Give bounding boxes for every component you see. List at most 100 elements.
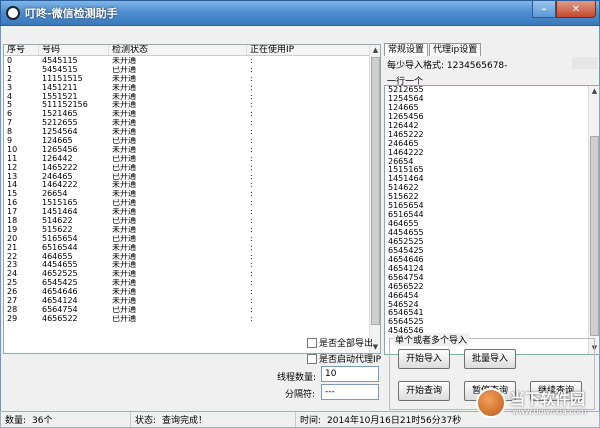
table-row[interactable]: 11 126442 已开通:	[4, 155, 370, 164]
table-row[interactable]: 15 26654 未开通:	[4, 190, 370, 199]
row-number: 124665	[42, 137, 73, 146]
table-row[interactable]: 24 4652525 未开通:	[4, 270, 370, 279]
table-row[interactable]: 6 1521465 未开通:	[4, 110, 370, 119]
row-index: 18	[7, 217, 18, 226]
table-row[interactable]: 19 515622 未开通:	[4, 226, 370, 235]
separator-input[interactable]: ---	[321, 384, 379, 400]
col-header-number[interactable]: 号码	[39, 45, 109, 55]
table-row[interactable]: 27 4654124 未开通:	[4, 297, 370, 306]
proxy-checkbox[interactable]: 是否启动代理IP	[307, 352, 381, 365]
tab-proxy-settings[interactable]: 代理ip设置	[429, 43, 482, 56]
table-row[interactable]: 7 5212655 未开通:	[4, 119, 370, 128]
table-row[interactable]: 14 1464222 未开通:	[4, 181, 370, 190]
table-row[interactable]: 3 1451211 未开通:	[4, 84, 370, 93]
scroll-up-icon[interactable]: ▲	[370, 45, 380, 56]
list-scroll-thumb[interactable]	[590, 136, 599, 336]
table-row[interactable]: 29 4656522 已开通:	[4, 315, 370, 324]
table-row[interactable]: 2 11151515 未开通:	[4, 75, 370, 84]
row-ip: :	[250, 65, 253, 74]
table-row[interactable]: 16 1515165 已开通:	[4, 199, 370, 208]
results-table[interactable]: 序号 号码 检测状态 正在使用IP 0 4545115 未开通: 1 5454515 已开…	[3, 44, 381, 354]
row-number: 1465222	[42, 163, 78, 172]
row-status: 未开通	[112, 101, 136, 110]
row-number: 4656522	[42, 314, 78, 323]
row-ip: :	[250, 305, 253, 314]
row-status: 未开通	[112, 83, 136, 92]
table-row[interactable]: 25 6545425 未开通:	[4, 279, 370, 288]
count-segment: 数量: 36个	[1, 412, 131, 427]
table-row[interactable]: 13 246465 已开通:	[4, 173, 370, 182]
table-row[interactable]: 20 5165654 已开通:	[4, 235, 370, 244]
table-row[interactable]: 26 4654646 未开通:	[4, 288, 370, 297]
table-row[interactable]: 8 1254564 未开通:	[4, 128, 370, 137]
col-header-index[interactable]: 序号	[4, 45, 39, 55]
start-query-button[interactable]: 开始查询	[398, 381, 450, 401]
row-index: 0	[7, 57, 13, 65]
table-row[interactable]: 18 514622 已开通:	[4, 217, 370, 226]
batch-import-button[interactable]: 批量导入	[464, 349, 516, 369]
row-index: 29	[7, 314, 18, 323]
col-header-status[interactable]: 检测状态	[109, 45, 247, 55]
row-ip: :	[250, 288, 253, 297]
row-status: 未开通	[112, 297, 136, 306]
row-index: 8	[7, 128, 13, 137]
close-icon[interactable]: ✕	[556, 1, 596, 18]
title-bar: 叮咚-微信检测助手 – ✕	[0, 0, 600, 26]
row-ip: :	[250, 57, 253, 65]
row-number: 1521465	[42, 110, 78, 119]
row-number: 5212655	[42, 119, 78, 128]
row-index: 15	[7, 190, 18, 199]
import-list[interactable]: 5212655 1254564 124665 1265456 126442 1465222…	[384, 85, 600, 355]
export-all-checkbox[interactable]: 是否全部导出	[307, 336, 373, 349]
table-scroll-thumb[interactable]	[371, 57, 380, 325]
hint-bar	[572, 57, 598, 69]
proxy-label: 是否启动代理IP	[319, 355, 382, 365]
thread-count-input[interactable]: 10	[321, 366, 379, 382]
tab-general-settings[interactable]: 常规设置	[384, 43, 429, 56]
start-import-button[interactable]: 开始导入	[398, 349, 450, 369]
table-row[interactable]: 23 4454655 未开通:	[4, 261, 370, 270]
row-index: 3	[7, 83, 13, 92]
row-status: 未开通	[112, 288, 136, 297]
col-header-ip[interactable]: 正在使用IP	[247, 45, 370, 55]
table-scrollbar[interactable]: ▲ ▼	[369, 45, 380, 353]
state-label: 状态:	[135, 416, 157, 426]
row-number: 1464222	[42, 181, 78, 190]
row-index: 5	[7, 101, 13, 110]
row-number: 1451211	[42, 83, 78, 92]
table-row[interactable]: 1 5454515 已开通:	[4, 66, 370, 75]
table-header: 序号 号码 检测状态 正在使用IP	[4, 45, 370, 56]
checkbox-box[interactable]	[307, 353, 317, 364]
watermark-brand: 当下软件园	[510, 390, 586, 408]
row-index: 12	[7, 163, 18, 172]
list-item[interactable]: 1464222	[385, 148, 599, 158]
separator-label: 分隔符:	[285, 390, 316, 400]
table-row[interactable]: 4 1551521 未开通:	[4, 93, 370, 102]
checkbox-box[interactable]	[307, 337, 317, 348]
table-row[interactable]: 9 124665 已开通:	[4, 137, 370, 146]
table-row[interactable]: 12 1465222 已开通:	[4, 164, 370, 173]
list-scrollbar[interactable]: ▲ ▼	[588, 86, 599, 354]
row-index: 17	[7, 208, 18, 217]
table-row[interactable]: 5 511152156 未开通:	[4, 101, 370, 110]
row-number: 6564754	[42, 305, 78, 314]
row-status: 未开通	[112, 57, 136, 65]
table-row[interactable]: 17 1451464 未开通:	[4, 208, 370, 217]
table-row[interactable]: 0 4545115 未开通:	[4, 57, 370, 66]
row-number: 515622	[42, 225, 73, 234]
row-ip: :	[250, 110, 253, 119]
row-number: 464655	[42, 252, 73, 261]
table-row[interactable]: 21 6516544 未开通:	[4, 244, 370, 253]
table-row[interactable]: 28 6564754 已开通:	[4, 306, 370, 315]
row-index: 22	[7, 252, 18, 261]
row-ip: :	[250, 261, 253, 270]
row-index: 16	[7, 199, 18, 208]
row-status: 未开通	[112, 181, 136, 190]
table-row[interactable]: 22 464655 未开通:	[4, 253, 370, 262]
row-number: 6516544	[42, 243, 78, 252]
list-scroll-up-icon[interactable]: ▲	[589, 86, 599, 97]
table-row[interactable]: 10 1265456 未开通:	[4, 146, 370, 155]
app-logo-icon	[6, 6, 20, 20]
minimize-icon[interactable]: –	[532, 1, 556, 18]
row-ip: :	[250, 252, 253, 261]
